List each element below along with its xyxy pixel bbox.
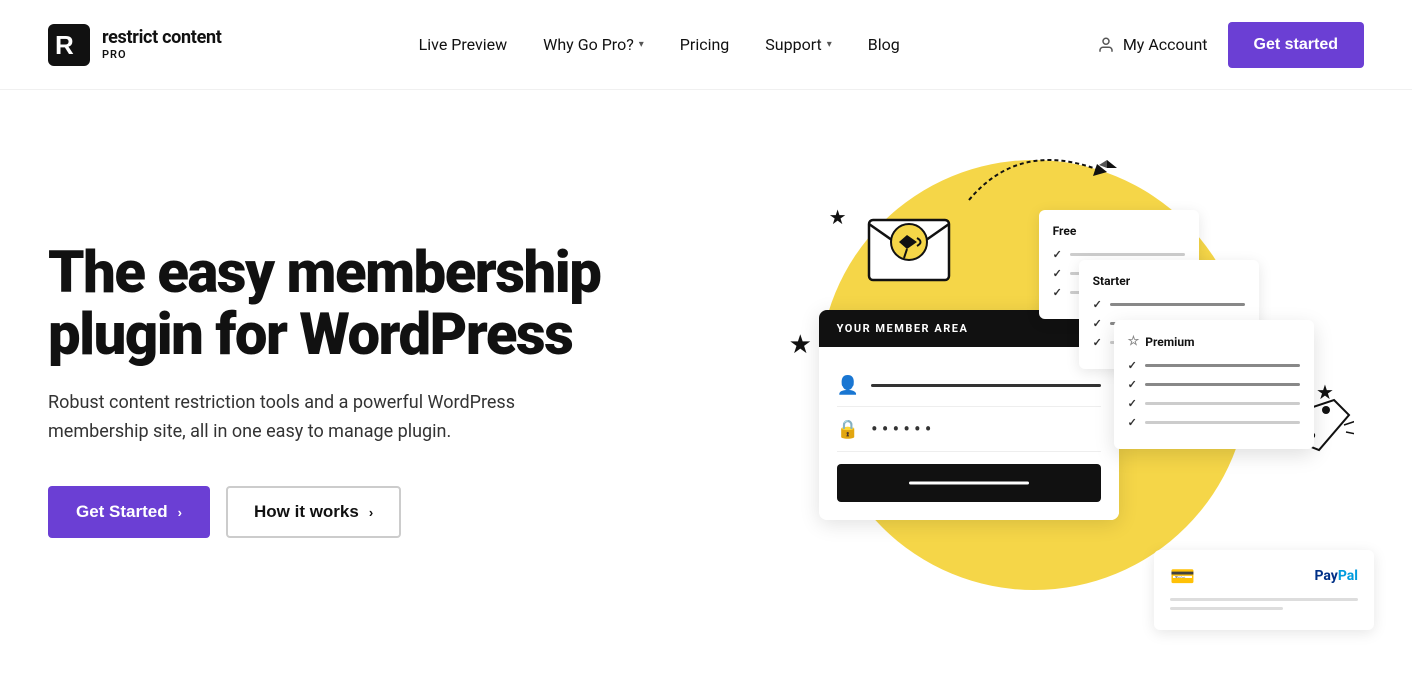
check-icon: ✓	[1053, 248, 1062, 261]
check-icon: ✓	[1128, 397, 1137, 410]
header-get-started-button[interactable]: Get started	[1228, 22, 1364, 68]
pricing-row: ✓	[1128, 397, 1300, 410]
hero-buttons: Get Started › How it works ›	[48, 486, 719, 538]
hero-title: The easy membership plugin for WordPress	[48, 242, 719, 367]
pricing-row: ✓	[1093, 298, 1245, 311]
check-icon: ✓	[1128, 359, 1137, 372]
check-icon: ✓	[1053, 286, 1062, 299]
nav-live-preview[interactable]: Live Preview	[419, 35, 508, 54]
svg-text:R: R	[55, 30, 74, 60]
pricing-starter-label: Starter	[1093, 274, 1131, 288]
payment-card: 💳 PayPal	[1154, 550, 1374, 630]
pricing-row: ✓	[1128, 416, 1300, 429]
nav-blog[interactable]: Blog	[868, 35, 900, 54]
logo-icon: R	[48, 24, 90, 66]
my-account-link[interactable]: My Account	[1097, 35, 1208, 54]
nav-why-go-pro[interactable]: Why Go Pro? ▾	[543, 35, 644, 54]
pricing-premium-card: ☆ Premium ✓ ✓ ✓ ✓	[1114, 320, 1314, 449]
header-right: My Account Get started	[1097, 22, 1364, 68]
main-nav: Live Preview Why Go Pro? ▾ Pricing Suppo…	[419, 35, 900, 54]
password-dots: ••••••	[871, 417, 936, 441]
arrow-right-icon: ›	[178, 505, 182, 520]
check-icon: ✓	[1093, 336, 1102, 349]
payment-icons-row: 💳 PayPal	[1170, 564, 1358, 588]
member-area-card: YOUR MEMBER AREA 👤 🔒 ••••••	[819, 310, 1119, 520]
logo[interactable]: R restrict content PRO	[48, 24, 222, 66]
hero-illustration: ★ ★ ★ YOUR MEMBER AREA	[759, 130, 1364, 650]
nav-pricing[interactable]: Pricing	[680, 35, 730, 54]
username-field: 👤	[837, 365, 1101, 407]
payment-line	[1170, 598, 1358, 601]
star-decoration: ★	[789, 330, 812, 360]
logo-text-main: restrict content	[102, 29, 222, 47]
payment-line-short	[1170, 607, 1283, 610]
hero-section: The easy membership plugin for WordPress…	[0, 90, 1412, 690]
arrow-curve-decoration	[959, 150, 1119, 210]
chevron-down-icon: ▾	[827, 39, 832, 50]
password-field: 🔒 ••••••	[837, 407, 1101, 452]
check-icon: ✓	[1128, 416, 1137, 429]
paypal-text: PayPal	[1314, 568, 1358, 584]
nav-support[interactable]: Support ▾	[765, 35, 832, 54]
check-icon: ✓	[1093, 317, 1102, 330]
pricing-premium-label: Premium	[1145, 335, 1194, 349]
hero-left: The easy membership plugin for WordPress…	[48, 242, 759, 539]
user-field-icon: 👤	[837, 375, 859, 396]
check-icon: ✓	[1093, 298, 1102, 311]
how-it-works-button[interactable]: How it works ›	[226, 486, 401, 538]
star-icon: ☆	[1128, 334, 1140, 349]
member-login-button	[837, 464, 1101, 502]
chevron-down-icon: ▾	[639, 39, 644, 50]
arrow-right-icon: ›	[369, 505, 373, 520]
star-decoration: ★	[829, 205, 847, 229]
pricing-row: ✓	[1128, 378, 1300, 391]
logo-text-pro: PRO	[102, 49, 222, 60]
check-icon: ✓	[1128, 378, 1137, 391]
user-icon	[1097, 36, 1115, 54]
envelope-illustration	[849, 190, 969, 300]
pricing-free-label: Free	[1053, 224, 1077, 238]
pricing-row: ✓	[1128, 359, 1300, 372]
credit-card-icon: 💳	[1170, 564, 1195, 588]
hero-subtitle: Robust content restriction tools and a p…	[48, 389, 568, 447]
hero-get-started-button[interactable]: Get Started ›	[48, 486, 210, 538]
check-icon: ✓	[1053, 267, 1062, 280]
lock-field-icon: 🔒	[837, 419, 859, 440]
